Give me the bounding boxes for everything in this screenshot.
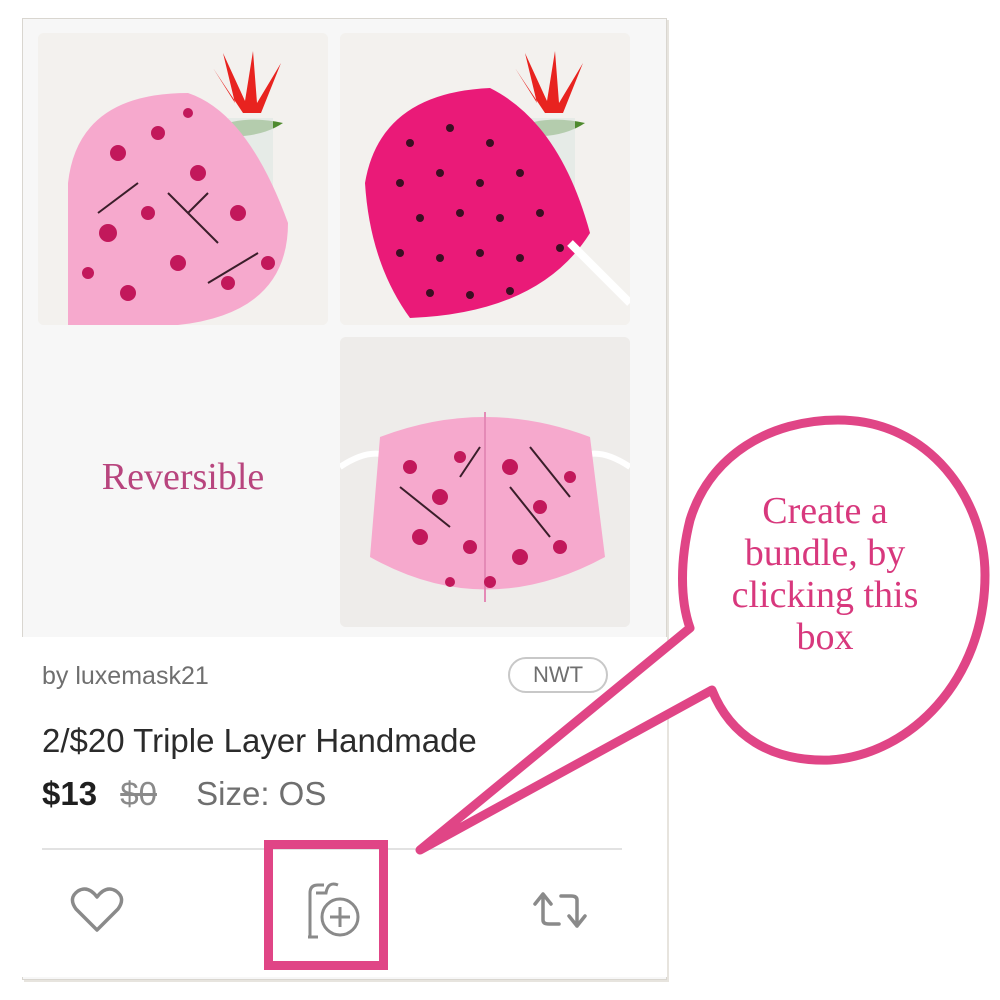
condition-badge: NWT xyxy=(508,657,608,693)
bundle-highlight-box xyxy=(264,840,388,970)
floral-mask-image xyxy=(38,33,328,325)
heart-icon xyxy=(70,887,124,932)
original-price: $0 xyxy=(120,775,157,812)
listing-image-2[interactable] xyxy=(340,33,630,325)
size-label: Size: OS xyxy=(196,775,327,812)
callout-text: Create a bundle, by clicking this box xyxy=(700,490,950,658)
current-price: $13 xyxy=(42,775,98,812)
seller-username[interactable]: by luxemask21 xyxy=(42,662,209,691)
listing-image-3[interactable] xyxy=(340,337,630,627)
listing-title[interactable]: 2/$20 Triple Layer Handmade xyxy=(42,722,602,760)
callout-line: Create a xyxy=(762,490,888,532)
mask-front-image xyxy=(340,337,630,627)
callout-line: box xyxy=(796,616,854,658)
share-button[interactable] xyxy=(520,875,600,945)
reversible-caption: Reversible xyxy=(101,456,265,498)
like-button[interactable] xyxy=(62,875,132,945)
price-row: $13 $0 Size: OS xyxy=(42,775,326,813)
callout-line: clicking this xyxy=(731,574,919,616)
listing-image-1[interactable] xyxy=(38,33,328,325)
polka-dot-mask-image xyxy=(340,33,630,325)
share-icon xyxy=(533,892,587,928)
callout-line: bundle, by xyxy=(744,532,906,574)
